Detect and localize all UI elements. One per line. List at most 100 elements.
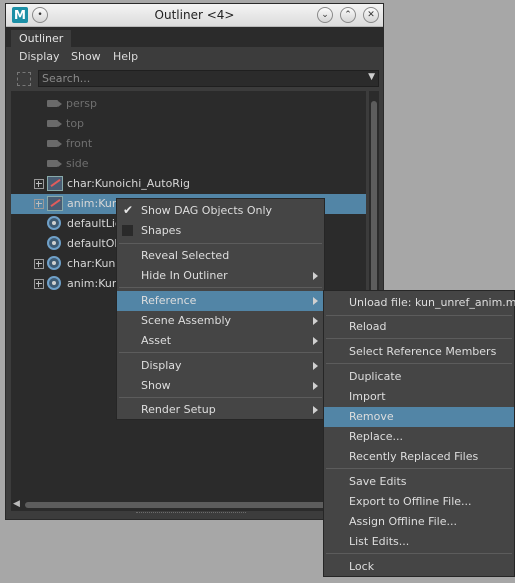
menu-item-label: Show (141, 379, 171, 392)
submenu-arrow-icon (313, 337, 318, 345)
expand-icon[interactable] (34, 199, 44, 209)
submenu-arrow-icon (313, 362, 318, 370)
menu-item-save-edits[interactable]: Save Edits (324, 472, 514, 492)
menu-item-export-offline-file[interactable]: Export to Offline File... (324, 492, 514, 512)
menu-item-label: Scene Assembly (141, 314, 232, 327)
close-icon[interactable]: ✕ (363, 7, 379, 23)
menu-item-label: Display (141, 359, 182, 372)
camera-icon (47, 160, 62, 167)
set-icon (47, 256, 61, 270)
menu-item-lock[interactable]: Lock (324, 557, 514, 577)
expand-icon[interactable] (34, 279, 44, 289)
menu-item-select-reference-members[interactable]: Select Reference Members (324, 342, 514, 362)
menu-item-label: Select Reference Members (349, 345, 497, 358)
tree-item-top[interactable]: top (11, 114, 366, 134)
menu-item-label: Import (349, 390, 386, 403)
menu-item-label: Assign Offline File... (349, 515, 457, 528)
resize-grip[interactable] (136, 512, 246, 516)
title-bar[interactable]: M • Outliner <4> ⌄ ⌃ ✕ (6, 4, 383, 27)
menu-help[interactable]: Help (113, 50, 138, 63)
scroll-left-icon[interactable]: ◀ (13, 499, 20, 509)
tree-item-side[interactable]: side (11, 154, 366, 174)
menu-item-label: Show DAG Objects Only (141, 204, 273, 217)
menu-item-assign-offline-file[interactable]: Assign Offline File... (324, 512, 514, 532)
tree-item-label: side (66, 157, 89, 170)
menu-item-reload[interactable]: Reload (324, 317, 514, 337)
menu-separator (119, 352, 322, 353)
menu-separator (326, 553, 512, 554)
camera-icon (47, 140, 62, 147)
menu-item-display[interactable]: Display (117, 356, 324, 376)
menu-bar: Display Show Help (6, 47, 383, 67)
menu-separator (119, 287, 322, 288)
menu-item-label: Reload (349, 320, 387, 333)
tree-item-char-rig[interactable]: char:Kunoichi_AutoRig (11, 174, 366, 194)
menu-display[interactable]: Display (19, 50, 60, 63)
menu-item-label: Lock (349, 560, 375, 573)
menu-item-label: Recently Replaced Files (349, 450, 479, 463)
tree-item-label: persp (66, 97, 97, 110)
menu-item-remove[interactable]: Remove (324, 407, 514, 427)
reference-icon (47, 176, 63, 191)
menu-separator (326, 363, 512, 364)
menu-item-import[interactable]: Import (324, 387, 514, 407)
dropdown-arrow-icon[interactable]: ▼ (368, 72, 375, 82)
expand-icon[interactable] (34, 179, 44, 189)
menu-item-asset[interactable]: Asset (117, 331, 324, 351)
chevron-down-icon[interactable]: ⌄ (317, 7, 333, 23)
menu-separator (326, 315, 512, 316)
tree-item-front[interactable]: front (11, 134, 366, 154)
tab-outliner[interactable]: Outliner (11, 30, 72, 47)
menu-item-label: Asset (141, 334, 172, 347)
submenu-arrow-icon (313, 317, 318, 325)
menu-item-reference[interactable]: Reference (117, 291, 324, 311)
menu-item-recently-replaced-files[interactable]: Recently Replaced Files (324, 447, 514, 467)
horizontal-scrollbar[interactable]: ◀ (11, 499, 366, 511)
menu-item-hide-in-outliner[interactable]: Hide In Outliner (117, 266, 324, 286)
set-icon (47, 216, 61, 230)
submenu-arrow-icon (313, 382, 318, 390)
menu-item-label: Reveal Selected (141, 249, 230, 262)
menu-item-label: Render Setup (141, 403, 216, 416)
menu-show[interactable]: Show (71, 50, 101, 63)
search-input[interactable] (42, 71, 360, 86)
menu-item-reveal-selected[interactable]: Reveal Selected (117, 246, 324, 266)
search-field[interactable]: ▼ (38, 70, 379, 87)
menu-item-label: Shapes (141, 224, 182, 237)
menu-item-label: Hide In Outliner (141, 269, 228, 282)
menu-item-list-edits[interactable]: List Edits... (324, 532, 514, 552)
reference-submenu: Unload file: kun_unref_anim.ma Reload Se… (323, 290, 515, 577)
checkmark-icon: ✔ (123, 203, 134, 217)
menu-item-shapes[interactable]: Shapes (117, 221, 324, 241)
tab-bar: Outliner (6, 27, 383, 47)
menu-item-label: Unload file: kun_unref_anim.ma (349, 296, 515, 309)
filter-icon[interactable] (17, 72, 31, 86)
checkbox-icon (122, 225, 133, 236)
menu-item-duplicate[interactable]: Duplicate (324, 367, 514, 387)
expand-icon[interactable] (34, 259, 44, 269)
menu-item-scene-assembly[interactable]: Scene Assembly (117, 311, 324, 331)
submenu-arrow-icon (313, 406, 318, 414)
menu-item-label: Replace... (349, 430, 404, 443)
chevron-up-icon[interactable]: ⌃ (340, 7, 356, 23)
tree-item-label: char:Kunoichi_AutoRig (67, 177, 190, 190)
submenu-arrow-icon (313, 297, 318, 305)
menu-item-label: Duplicate (349, 370, 402, 383)
tree-item-persp[interactable]: persp (11, 94, 366, 114)
menu-item-unload-file[interactable]: Unload file: kun_unref_anim.ma (324, 293, 515, 313)
tree-item-label: top (66, 117, 85, 130)
menu-item-label: Remove (349, 410, 394, 423)
menu-separator (326, 468, 512, 469)
tree-item-label: front (66, 137, 93, 150)
menu-item-render-setup[interactable]: Render Setup (117, 400, 324, 420)
menu-separator (119, 243, 322, 244)
submenu-arrow-icon (313, 272, 318, 280)
scrollbar-thumb[interactable] (25, 502, 353, 508)
menu-item-show[interactable]: Show (117, 376, 324, 396)
menu-item-replace[interactable]: Replace... (324, 427, 514, 447)
menu-separator (119, 397, 322, 398)
menu-item-show-dag-objects-only[interactable]: ✔ Show DAG Objects Only (117, 201, 324, 221)
context-menu: ✔ Show DAG Objects Only Shapes Reveal Se… (116, 198, 325, 420)
menu-item-label: Export to Offline File... (349, 495, 472, 508)
set-icon (47, 236, 61, 250)
